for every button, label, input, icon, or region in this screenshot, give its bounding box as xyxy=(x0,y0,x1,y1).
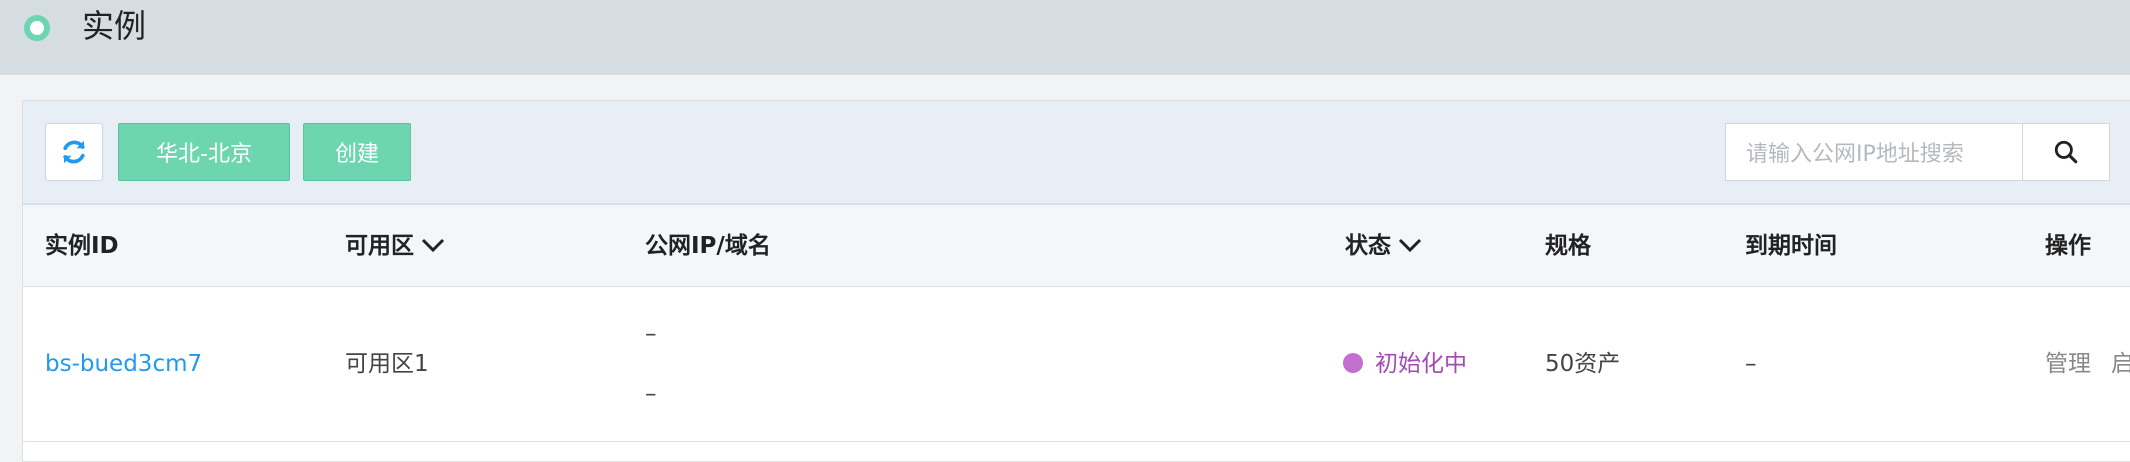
column-header-expire: 到期时间 xyxy=(1745,233,1837,259)
search-icon xyxy=(2054,140,2078,164)
page-title: 实例 xyxy=(82,7,147,45)
expire-cell: – xyxy=(1745,351,1757,377)
instance-panel: 华北-北京 创建 请输入公网IP地址搜索 实例ID 可用区 公网IP/域名 状态… xyxy=(22,100,2130,462)
column-header-id: 实例ID xyxy=(45,233,119,259)
spec-cell: 50资产 xyxy=(1545,351,1621,377)
toolbar: 华北-北京 创建 请输入公网IP地址搜索 xyxy=(23,101,2130,205)
start-link[interactable]: 启 xyxy=(2111,349,2130,379)
instance-id-link[interactable]: bs-bued3cm7 xyxy=(45,349,202,379)
column-header-zone-wrap[interactable]: 可用区 xyxy=(345,205,446,287)
status-dot-icon xyxy=(1343,352,1363,373)
manage-link[interactable]: 管理 xyxy=(2045,349,2091,379)
column-header-status: 状态 xyxy=(1345,233,1391,259)
column-header-ip: 公网IP/域名 xyxy=(645,233,771,259)
ip-cell-line1: – xyxy=(645,321,657,347)
region-button[interactable]: 华北-北京 xyxy=(118,123,290,181)
chevron-down-icon xyxy=(1398,238,1422,252)
refresh-button[interactable] xyxy=(45,123,103,181)
circle-icon xyxy=(24,15,50,41)
table-header: 实例ID 可用区 公网IP/域名 状态 规格 到期时间 操作 xyxy=(23,205,2130,287)
status-cell: 初始化中 xyxy=(1343,349,1467,379)
column-header-zone: 可用区 xyxy=(345,233,414,259)
create-button[interactable]: 创建 xyxy=(303,123,411,181)
status-text: 初始化中 xyxy=(1375,351,1467,377)
zone-cell: 可用区1 xyxy=(345,351,429,377)
column-header-status-wrap[interactable]: 状态 xyxy=(1345,205,1423,287)
table-row: bs-bued3cm7 可用区1 – – 初始化中 50资产 – 管理 启 xyxy=(23,287,2130,442)
column-header-spec: 规格 xyxy=(1545,233,1591,259)
ip-cell-line2: – xyxy=(645,381,657,407)
page-header: 实例 xyxy=(0,0,2130,75)
chevron-down-icon xyxy=(421,238,445,252)
column-header-actions: 操作 xyxy=(2045,233,2091,259)
refresh-icon xyxy=(63,140,85,164)
search-input[interactable]: 请输入公网IP地址搜索 xyxy=(1725,123,2023,181)
search-button[interactable] xyxy=(2022,123,2110,181)
